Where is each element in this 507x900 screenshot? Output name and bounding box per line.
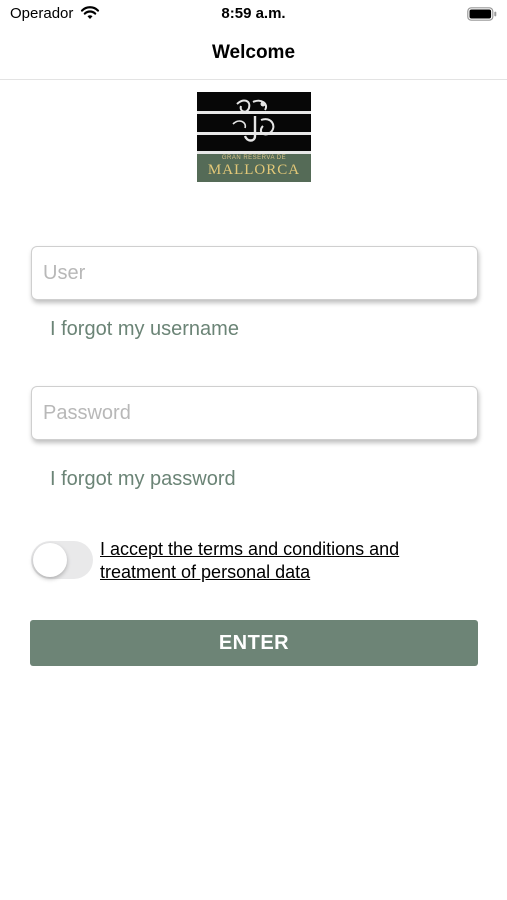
- username-field[interactable]: [31, 246, 478, 300]
- toggle-knob: [33, 543, 67, 577]
- battery-icon: [467, 7, 497, 21]
- logo-stripe: [197, 111, 311, 114]
- logo-title: MALLORCA: [207, 162, 301, 178]
- page-title: Welcome: [211, 42, 296, 63]
- clock: 8:59 a.m.: [221, 5, 286, 22]
- enter-button[interactable]: ENTER: [30, 620, 478, 666]
- password-field[interactable]: [31, 386, 478, 440]
- logo-subtitle: GRAN RESERVA DE: [221, 155, 287, 161]
- terms-link[interactable]: I accept the terms and conditions and tr…: [100, 538, 440, 584]
- navigation-bar: Welcome: [0, 28, 507, 80]
- forgot-password-link[interactable]: I forgot my password: [50, 468, 236, 491]
- password-input[interactable]: [43, 387, 463, 439]
- logo-swirl-icon: [232, 99, 275, 142]
- terms-toggle[interactable]: [31, 541, 93, 579]
- status-bar: Operador 8:59 a.m.: [0, 0, 507, 28]
- username-input[interactable]: [43, 247, 463, 299]
- logo-stripe: [197, 132, 311, 135]
- forgot-username-link[interactable]: I forgot my username: [50, 318, 239, 341]
- brand-logo: GRAN RESERVA DE MALLORCA: [197, 92, 311, 182]
